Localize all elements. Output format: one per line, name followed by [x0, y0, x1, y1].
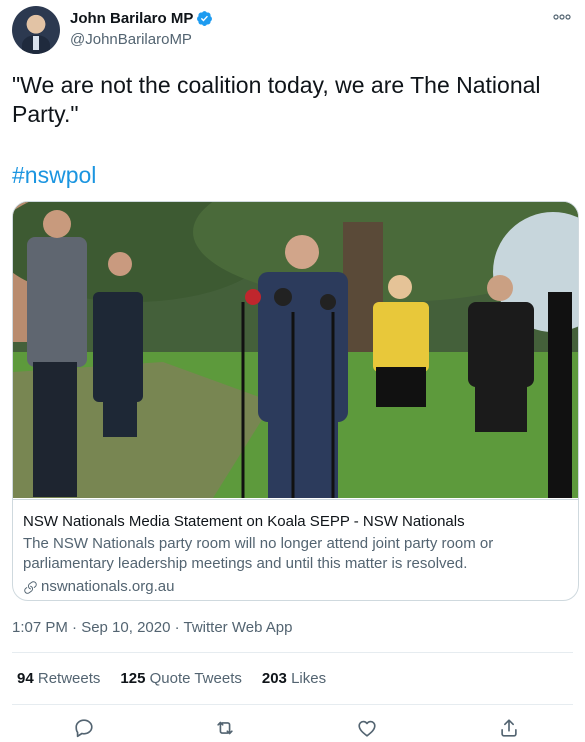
author-handle[interactable]: @JohnBarilaroMP [70, 31, 192, 48]
retweets-stat[interactable]: 94 Retweets [17, 670, 100, 687]
tweet-header: John Barilaro MP @JohnBarilaroMP [12, 6, 573, 56]
card-domain: nswnationals.org.au [23, 577, 570, 597]
likes-label: Likes [291, 670, 327, 687]
likes-stat[interactable]: 203 Likes [262, 670, 326, 687]
quote-tweets-stat[interactable]: 125 Quote Tweets [120, 670, 241, 687]
tweet-text: "We are not the coalition today, we are … [12, 72, 541, 127]
card-image [13, 202, 578, 498]
card-domain-text: nswnationals.org.au [41, 578, 175, 595]
hashtag-link[interactable]: #nswpol [12, 162, 96, 189]
quote-tweets-label: Quote Tweets [149, 670, 242, 687]
action-bar [12, 714, 573, 742]
tweet-timestamp[interactable]: 1:07 PM · Sep 10, 2020 · Twitter Web App [12, 619, 292, 636]
retweets-count: 94 [17, 670, 34, 687]
card-description: The NSW Nationals party room will no lon… [23, 535, 494, 572]
divider [12, 704, 573, 705]
card-title: NSW Nationals Media Statement on Koala S… [23, 513, 465, 530]
share-icon[interactable] [498, 717, 520, 739]
avatar[interactable] [12, 6, 60, 54]
link-preview-card[interactable]: NSW Nationals Media Statement on Koala S… [12, 201, 579, 601]
verified-badge-icon [197, 11, 213, 26]
link-icon [24, 580, 37, 594]
engagement-stats: 94 Retweets 125 Quote Tweets 203 Likes [17, 670, 346, 687]
author-name-row: John Barilaro MP [70, 10, 213, 27]
reply-icon[interactable] [73, 717, 95, 739]
retweets-label: Retweets [37, 670, 101, 687]
likes-count: 203 [261, 670, 287, 687]
like-icon[interactable] [356, 717, 378, 739]
card-info: NSW Nationals Media Statement on Koala S… [13, 499, 578, 600]
divider [12, 652, 573, 653]
quote-tweets-count: 125 [120, 670, 146, 687]
author-name[interactable]: John Barilaro MP [70, 10, 193, 27]
more-options-icon[interactable] [551, 6, 573, 28]
retweet-icon[interactable] [214, 717, 236, 739]
